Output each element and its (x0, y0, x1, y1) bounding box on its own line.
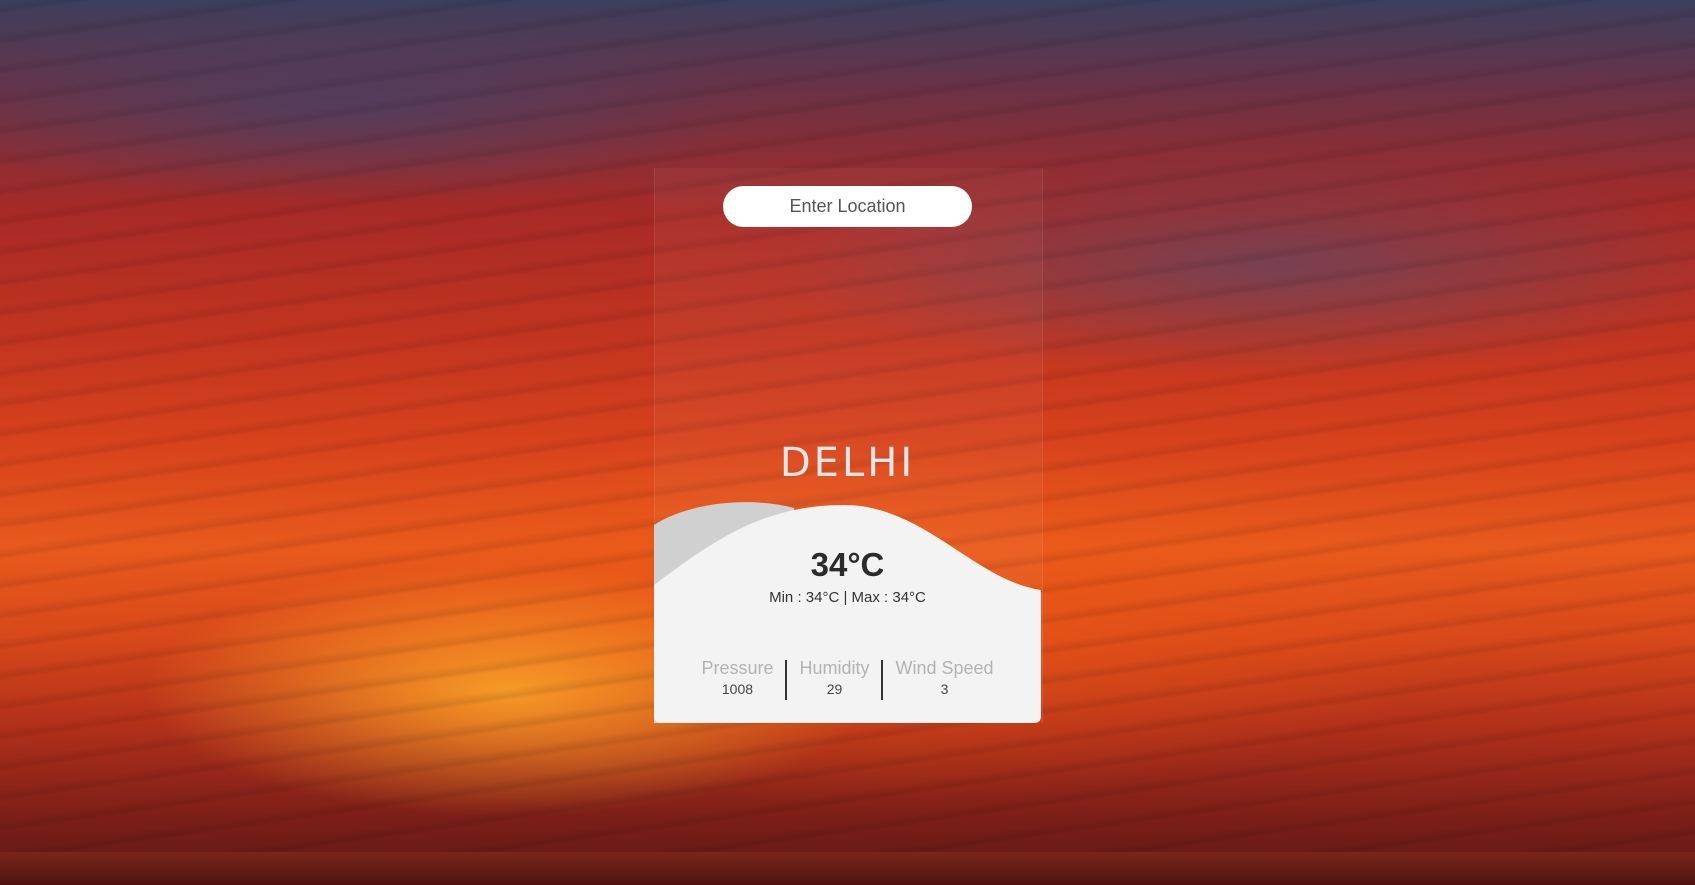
sea-horizon (0, 852, 1695, 885)
min-max-temperature: Min : 34°C | Max : 34°C (769, 589, 926, 606)
stat-pressure: Pressure 1008 (689, 658, 785, 702)
temperature: 34°C (810, 546, 885, 583)
stat-label: Pressure (701, 658, 774, 678)
city-name: DELHI (779, 440, 916, 486)
stat-wind-speed: Wind Speed 3 (883, 658, 1005, 702)
stat-label: Wind Speed (895, 658, 994, 678)
stat-value: 3 (940, 681, 949, 697)
weather-stats: Pressure 1008 Humidity 29 Wind Speed 3 (654, 658, 1041, 702)
weather-card: 34°C Min : 34°C | Max : 34°C Pressure 10… (654, 500, 1041, 723)
stat-label: Humidity (799, 658, 870, 678)
location-search-input[interactable] (723, 186, 972, 227)
stat-humidity: Humidity 29 (787, 658, 881, 702)
stat-value: 29 (826, 681, 843, 697)
stat-value: 1008 (721, 681, 754, 697)
